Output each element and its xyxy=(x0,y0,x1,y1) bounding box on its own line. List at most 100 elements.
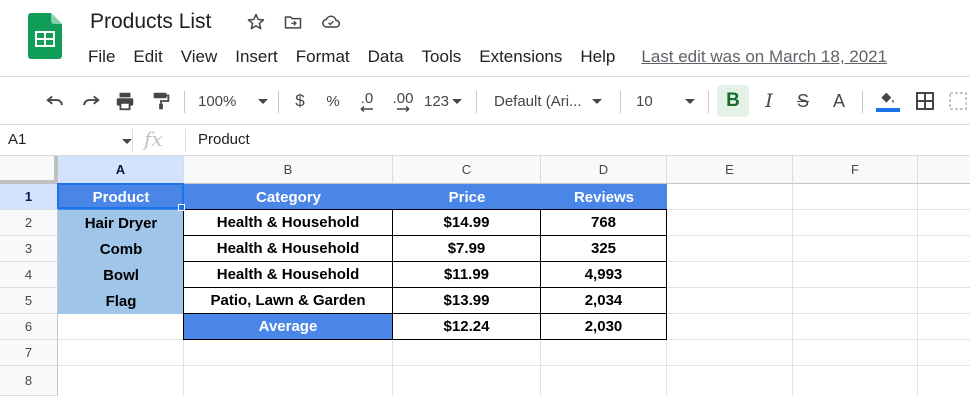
column-header-f[interactable]: F xyxy=(793,156,918,184)
fill-handle[interactable] xyxy=(178,204,185,211)
cell-d6[interactable]: 2,030 xyxy=(540,313,667,340)
row-header-2[interactable]: 2 xyxy=(0,210,58,236)
cell-d1[interactable]: Reviews xyxy=(541,184,667,210)
row-header-3[interactable]: 3 xyxy=(0,236,58,262)
cell-c3[interactable]: $7.99 xyxy=(392,235,541,262)
row-header-5[interactable]: 5 xyxy=(0,288,58,314)
menu-insert[interactable]: Insert xyxy=(235,47,278,67)
spreadsheet-grid: A B C D E F 1 2 3 4 5 6 7 8 Product Cate… xyxy=(0,156,970,396)
formula-divider xyxy=(132,129,133,152)
toolbar-divider xyxy=(184,91,185,113)
text-color-button[interactable]: A xyxy=(826,88,852,114)
row-header-4[interactable]: 4 xyxy=(0,262,58,288)
row-header-8[interactable]: 8 xyxy=(0,366,58,396)
chevron-down-icon xyxy=(452,98,463,104)
merge-cells-icon[interactable] xyxy=(948,88,970,114)
formula-input[interactable]: Product xyxy=(198,131,250,148)
move-folder-icon[interactable] xyxy=(282,11,304,33)
chevron-down-icon xyxy=(591,98,602,104)
toolbar-divider xyxy=(708,91,709,113)
toolbar: 100% $ % .0 .00 123 Default (Ari... 10 B… xyxy=(0,77,970,125)
cell-b1[interactable]: Category xyxy=(184,184,393,210)
borders-icon[interactable] xyxy=(912,88,938,114)
cloud-saved-icon[interactable] xyxy=(320,11,342,33)
cell-b4[interactable]: Health & Household xyxy=(183,261,393,288)
cell-a2[interactable]: Hair Dryer xyxy=(58,210,184,236)
percent-format-button[interactable]: % xyxy=(322,88,344,114)
row-header-1[interactable]: 1 xyxy=(0,184,58,210)
select-all-corner[interactable] xyxy=(0,156,58,184)
chevron-down-icon xyxy=(684,98,695,104)
strikethrough-button[interactable]: S xyxy=(790,88,816,114)
document-title[interactable]: Products List xyxy=(90,10,211,34)
zoom-value: 100% xyxy=(198,92,237,110)
fx-icon: fx xyxy=(144,127,163,151)
toolbar-divider xyxy=(620,91,621,113)
fill-color-icon[interactable] xyxy=(874,88,902,114)
font-family-select[interactable]: Default (Ari... xyxy=(494,88,608,114)
font-size-select[interactable]: 10 xyxy=(636,88,700,114)
print-icon[interactable] xyxy=(112,88,138,114)
italic-button[interactable]: I xyxy=(756,88,782,114)
cell-a3[interactable]: Comb xyxy=(58,236,184,262)
cell-c6[interactable]: $12.24 xyxy=(392,313,541,340)
column-header-g[interactable] xyxy=(918,156,970,184)
toolbar-divider xyxy=(476,91,477,113)
row-header-7[interactable]: 7 xyxy=(0,340,58,366)
star-icon[interactable] xyxy=(245,11,267,33)
cell-c5[interactable]: $13.99 xyxy=(392,287,541,314)
redo-icon[interactable] xyxy=(78,88,104,114)
cell-b2[interactable]: Health & Household xyxy=(183,209,393,236)
cell-d4[interactable]: 4,993 xyxy=(540,261,667,288)
undo-icon[interactable] xyxy=(42,88,68,114)
menu-file[interactable]: File xyxy=(88,47,115,67)
formula-bar: A1 fx Product xyxy=(0,125,970,156)
cell-c4[interactable]: $11.99 xyxy=(392,261,541,288)
column-header-d[interactable]: D xyxy=(541,156,667,184)
menu-data[interactable]: Data xyxy=(368,47,404,67)
currency-format-button[interactable]: $ xyxy=(290,88,310,114)
cell-d2[interactable]: 768 xyxy=(540,209,667,236)
arrow-right-icon xyxy=(397,105,410,112)
fill-color-bar xyxy=(876,108,900,112)
column-header-e[interactable]: E xyxy=(667,156,793,184)
zoom-select[interactable]: 100% xyxy=(198,88,270,114)
toolbar-divider xyxy=(862,91,863,113)
increase-decimal-button[interactable]: .00 xyxy=(388,88,418,114)
cell-a1[interactable]: Product xyxy=(58,184,184,210)
menu-view[interactable]: View xyxy=(181,47,218,67)
cell-c2[interactable]: $14.99 xyxy=(392,209,541,236)
toolbar-divider xyxy=(278,91,279,113)
cell-a4[interactable]: Bowl xyxy=(58,262,184,288)
menu-edit[interactable]: Edit xyxy=(133,47,162,67)
menu-help[interactable]: Help xyxy=(580,47,615,67)
cell-b3[interactable]: Health & Household xyxy=(183,235,393,262)
menu-bar: File Edit View Insert Format Data Tools … xyxy=(88,46,887,68)
cell-b5[interactable]: Patio, Lawn & Garden xyxy=(183,287,393,314)
row-header-6[interactable]: 6 xyxy=(0,314,58,340)
more-formats-select[interactable]: 123 xyxy=(424,88,466,114)
sheets-logo-icon[interactable] xyxy=(28,13,62,59)
cell-d3[interactable]: 325 xyxy=(540,235,667,262)
column-header-c[interactable]: C xyxy=(393,156,541,184)
column-header-b[interactable]: B xyxy=(184,156,393,184)
formula-divider xyxy=(185,129,186,152)
cell-c1[interactable]: Price xyxy=(393,184,541,210)
decrease-decimal-button[interactable]: .0 xyxy=(354,88,380,114)
bold-button[interactable]: B xyxy=(717,85,749,117)
gridline xyxy=(58,365,970,366)
chevron-down-icon[interactable] xyxy=(122,139,132,144)
menu-format[interactable]: Format xyxy=(296,47,350,67)
arrow-left-icon xyxy=(360,105,373,112)
menu-extensions[interactable]: Extensions xyxy=(479,47,562,67)
cell-b6[interactable]: Average xyxy=(183,313,393,340)
title-bar: Products List File Edit View Insert Form… xyxy=(0,0,970,76)
name-box[interactable]: A1 xyxy=(8,131,26,148)
column-header-a[interactable]: A xyxy=(58,156,184,184)
cell-d5[interactable]: 2,034 xyxy=(540,287,667,314)
menu-tools[interactable]: Tools xyxy=(422,47,462,67)
paint-format-icon[interactable] xyxy=(148,88,174,114)
cell-a5[interactable]: Flag xyxy=(58,288,184,314)
last-edit-link[interactable]: Last edit was on March 18, 2021 xyxy=(641,47,887,67)
chevron-down-icon xyxy=(258,98,269,104)
